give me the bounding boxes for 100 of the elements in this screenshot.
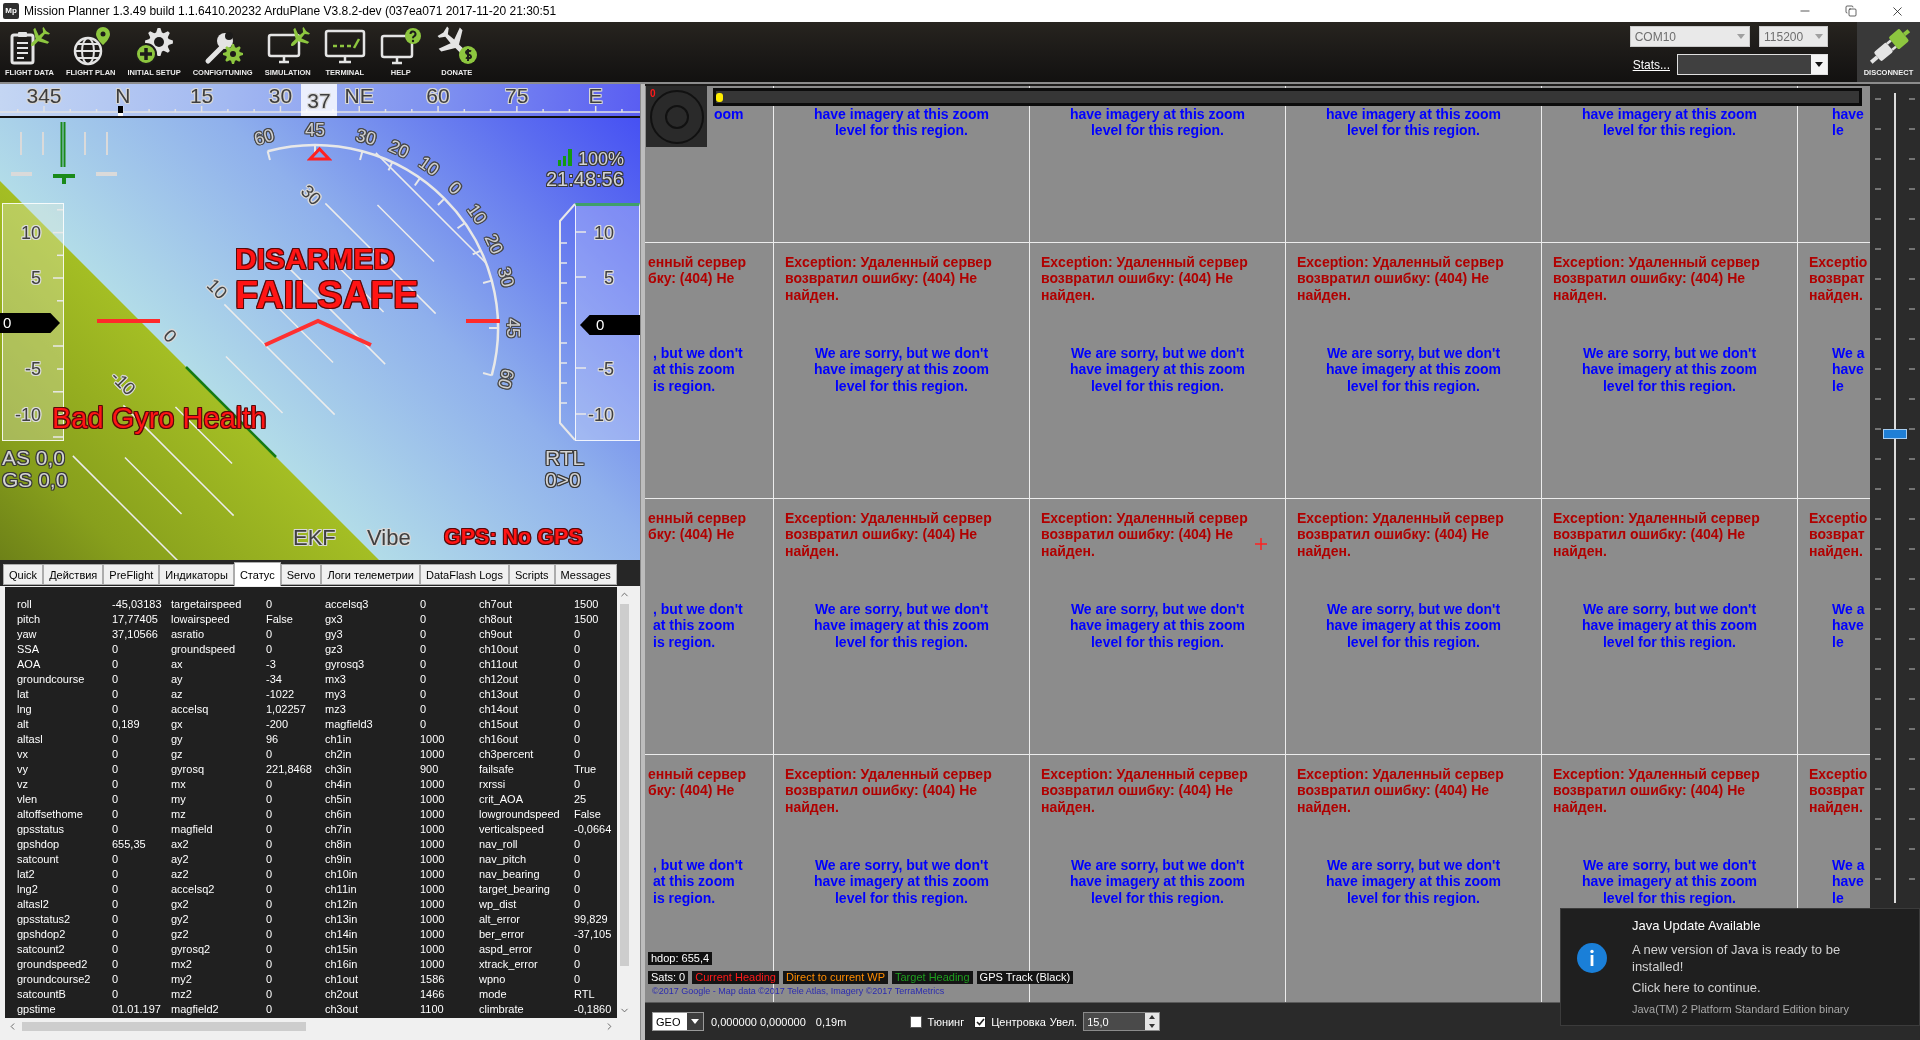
table-cell-text: xtrack_error (479, 957, 539, 972)
tab[interactable]: Scripts (509, 564, 555, 585)
error-text: Exception: Удаленный сервер возвратил ошибку: (404) Не найден. (1297, 254, 1504, 303)
table-cell-text: vx (17, 747, 29, 762)
table-cell-text: 0 (266, 957, 274, 972)
table-cell-text: 1000 (420, 822, 446, 837)
table-cell-text: 17,77405 (112, 612, 159, 627)
coordinate-system-select[interactable]: GEO (652, 1012, 704, 1031)
tab[interactable]: Действия (43, 564, 104, 585)
tab[interactable]: Servo (280, 564, 322, 585)
table-cell-text: 0 (266, 837, 274, 852)
table-cell-text: 0 (266, 972, 274, 987)
tile-message: We are sorry, but we don't have imagery at this zoom level for this region. (1069, 857, 1246, 907)
table-cell-text: 1000 (420, 852, 446, 867)
table-cell-text: ch8in (325, 837, 353, 852)
table-cell-text: 655,35 (112, 837, 147, 852)
roll-scale-label: 30 (354, 125, 379, 148)
table-cell-text: 0 (574, 852, 582, 867)
table-cell-text: asratio (171, 627, 206, 642)
tab[interactable]: Индикаторы (159, 564, 234, 585)
roll-scale-label: 30 (494, 264, 518, 289)
table-cell-text: 0 (574, 732, 582, 747)
table-cell-text: 0 (420, 657, 428, 672)
map-panel[interactable] (645, 86, 1870, 1002)
tape-label: -5 (598, 360, 614, 378)
notification-toast[interactable]: Java Update Available A new version of Java is ready to be installed! Click here to continue. Java(TM) 2 Platform Standard Edition binary (1560, 908, 1920, 1026)
table-cell-text: satcount (17, 852, 60, 867)
table-cell-text: mode (479, 987, 508, 1002)
table-cell-text: 0 (266, 987, 274, 1002)
table-cell-text: nav_roll (479, 837, 519, 852)
clock-time: 21:48:56 (546, 169, 624, 189)
table-cell-text: gy2 (171, 912, 190, 927)
tape-label: -5 (25, 360, 41, 378)
error-text: Exception: Удаленный сервер возвратил ошибку: (404) Не найден. (1041, 766, 1248, 815)
table-cell-text: altoffsethome (17, 807, 84, 822)
table-cell-text: -45,03183 (112, 597, 163, 612)
table-cell-text: gpsstatus2 (17, 912, 72, 927)
table-cell-text: ax2 (171, 837, 190, 852)
checkbox[interactable] (974, 1015, 987, 1028)
table-cell-text: 0 (112, 927, 120, 942)
table-cell-text: 0 (112, 642, 120, 657)
checkbox-option[interactable]: Центровка (974, 1015, 1046, 1028)
table-cell-text: 0 (266, 882, 274, 897)
table-cell-text: gpstime (17, 1002, 57, 1017)
scrollbar-thumb[interactable] (620, 604, 629, 966)
tab[interactable]: Статус (233, 562, 281, 586)
table-cell-text: 0 (420, 597, 428, 612)
table-cell-text: mx3 (325, 672, 347, 687)
table-cell-text: -34 (266, 672, 283, 687)
table-cell-text: ch6in (325, 807, 353, 822)
scrollbar-thumb[interactable] (22, 1021, 306, 1031)
tab[interactable]: Messages (554, 564, 617, 585)
failsafe-status: FAILSAFE (235, 276, 419, 314)
groundspeed-readout: GS 0,0 (2, 469, 68, 490)
table-cell-text: SSA (17, 642, 40, 657)
tab[interactable]: DataFlash Logs (419, 564, 509, 585)
table-cell-text: 0 (574, 897, 582, 912)
table-cell-text: 0 (420, 687, 428, 702)
table-cell-text: 0 (266, 642, 274, 657)
stats-link[interactable]: Stats... (1632, 57, 1670, 72)
error-text: Exception: Удаленный сервер возвратил ошибку: (404) Не найден. (1297, 766, 1504, 815)
checkbox-option[interactable]: Тюнинг (910, 1015, 965, 1028)
tab[interactable]: Логи телеметрии (321, 564, 420, 585)
table-cell-text: gy3 (325, 627, 344, 642)
app-logo: Mp (3, 3, 19, 19)
table-cell-text: 01.01.197 (112, 1002, 162, 1017)
table-cell-text: 1100 (420, 1002, 445, 1017)
table-cell-text: accelsq (171, 702, 210, 717)
zoom-field[interactable]: 15,0 (1083, 1012, 1161, 1031)
slider-thumb[interactable] (1883, 429, 1907, 439)
table-cell-text: 0 (266, 1002, 274, 1017)
table-cell-text: 0 (266, 867, 274, 882)
arm-status: DISARMED (235, 244, 395, 274)
table-cell-text: ch10in (325, 867, 359, 882)
table-cell-text: ch13out (479, 687, 520, 702)
table-cell-text: nav_pitch (479, 852, 528, 867)
table-cell-text: gx2 (171, 897, 190, 912)
table-cell-text: 0,189 (112, 717, 141, 732)
table-cell-text: 0 (112, 867, 120, 882)
tile-message: We are sorry, but we don't have imagery at this zoom level for this region. (1581, 857, 1758, 907)
table-cell-text: 0 (266, 927, 274, 942)
legend-label: Direct to current WP (782, 971, 888, 984)
table-cell-text: 0 (112, 822, 120, 837)
checkbox[interactable] (910, 1015, 923, 1028)
table-cell-text: AOA (17, 657, 42, 672)
table-cell-text: alt (17, 717, 30, 732)
link-select[interactable] (1677, 54, 1828, 75)
error-text: Exception: Удаленный сервер возвратил ошибку: (404) Не найден. (1553, 510, 1760, 559)
table-cell-text: magfield3 (325, 717, 374, 732)
table-cell-text: groundspeed (171, 642, 237, 657)
tab[interactable]: Quick (3, 564, 44, 585)
table-cell-text: alt_error (479, 912, 521, 927)
tab[interactable]: PreFlight (103, 564, 160, 585)
compass-label: 30 (268, 85, 293, 106)
table-cell-text: 0 (112, 912, 120, 927)
error-text: енный сервер бку: (404) Не (648, 510, 747, 545)
table-cell-text: 0 (112, 687, 120, 702)
table-cell-text: 0 (574, 627, 582, 642)
table-cell-text: 0 (574, 837, 582, 852)
notification-action[interactable]: Click here to continue. (1632, 979, 1882, 996)
